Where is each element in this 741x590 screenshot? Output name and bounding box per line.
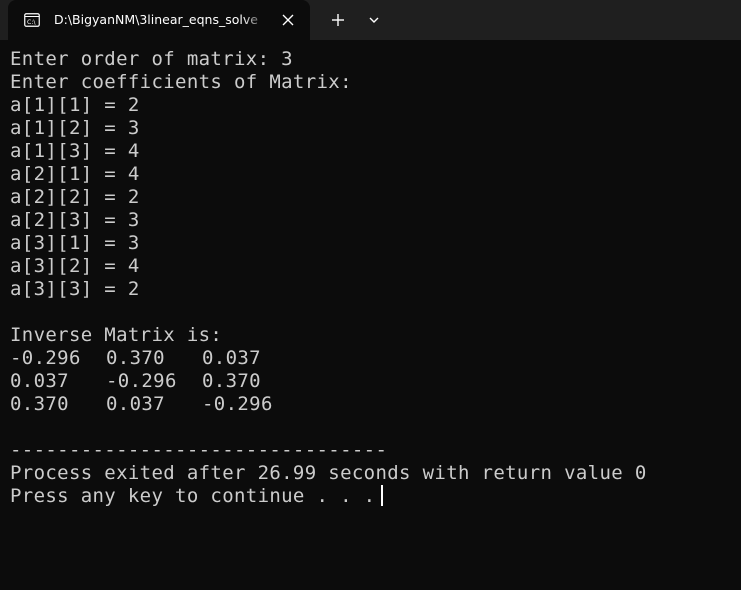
inverse-row: 0.037 -0.296 0.370 <box>10 370 735 393</box>
plus-icon[interactable] <box>324 8 352 32</box>
coefficient-entry: a[2][1] = 4 <box>10 163 140 185</box>
inverse-row: 0.370 0.037 -0.296 <box>10 393 735 416</box>
exit-message: Process exited after 26.99 seconds with … <box>10 462 647 484</box>
coefficient-entry: a[1][2] = 3 <box>10 117 140 139</box>
inverse-row: -0.296 0.370 0.037 <box>10 347 735 370</box>
coefficient-entry: a[3][2] = 4 <box>10 255 140 277</box>
terminal-icon: C:\ <box>24 12 40 28</box>
coefficient-entry: a[1][3] = 4 <box>10 140 140 162</box>
chevron-down-icon[interactable] <box>360 8 388 32</box>
order-prompt: Enter order of matrix: 3 <box>10 48 293 70</box>
console-output[interactable]: Enter order of matrix: 3 Enter coefficie… <box>10 48 735 584</box>
matrix-cell: 0.037 <box>10 370 69 392</box>
matrix-cell: 0.037 <box>106 393 165 415</box>
separator-line: -------------------------------- <box>10 439 388 461</box>
coefficient-entry: a[3][3] = 2 <box>10 278 140 300</box>
matrix-cell: 0.370 <box>10 393 69 415</box>
coefficients-prompt: Enter coefficients of Matrix: <box>10 71 352 93</box>
matrix-cell: -0.296 <box>10 347 81 369</box>
terminal-window: C:\ D:\BigyanNM\3linear_eqns_solve Enter… <box>0 0 741 590</box>
close-icon[interactable] <box>276 8 300 32</box>
coefficient-entry: a[3][1] = 3 <box>10 232 140 254</box>
matrix-cell: -0.296 <box>202 393 273 415</box>
tab-strip: C:\ D:\BigyanNM\3linear_eqns_solve <box>0 0 741 40</box>
matrix-cell: -0.296 <box>106 370 177 392</box>
coefficient-entry: a[2][2] = 2 <box>10 186 140 208</box>
continue-line: Press any key to continue . . . <box>10 485 735 508</box>
tab-title: D:\BigyanNM\3linear_eqns_solve <box>54 12 258 27</box>
tab-console[interactable]: C:\ D:\BigyanNM\3linear_eqns_solve <box>8 0 310 40</box>
matrix-cell: 0.037 <box>202 347 261 369</box>
text-cursor <box>381 485 384 506</box>
matrix-cell: 0.370 <box>106 347 165 369</box>
matrix-cell: 0.370 <box>202 370 261 392</box>
inverse-header: Inverse Matrix is: <box>10 324 223 346</box>
continue-prompt: Press any key to continue . . . <box>10 485 376 507</box>
coefficient-entry: a[1][1] = 2 <box>10 94 140 116</box>
svg-text:C:\: C:\ <box>27 19 36 26</box>
coefficient-entry: a[2][3] = 3 <box>10 209 140 231</box>
